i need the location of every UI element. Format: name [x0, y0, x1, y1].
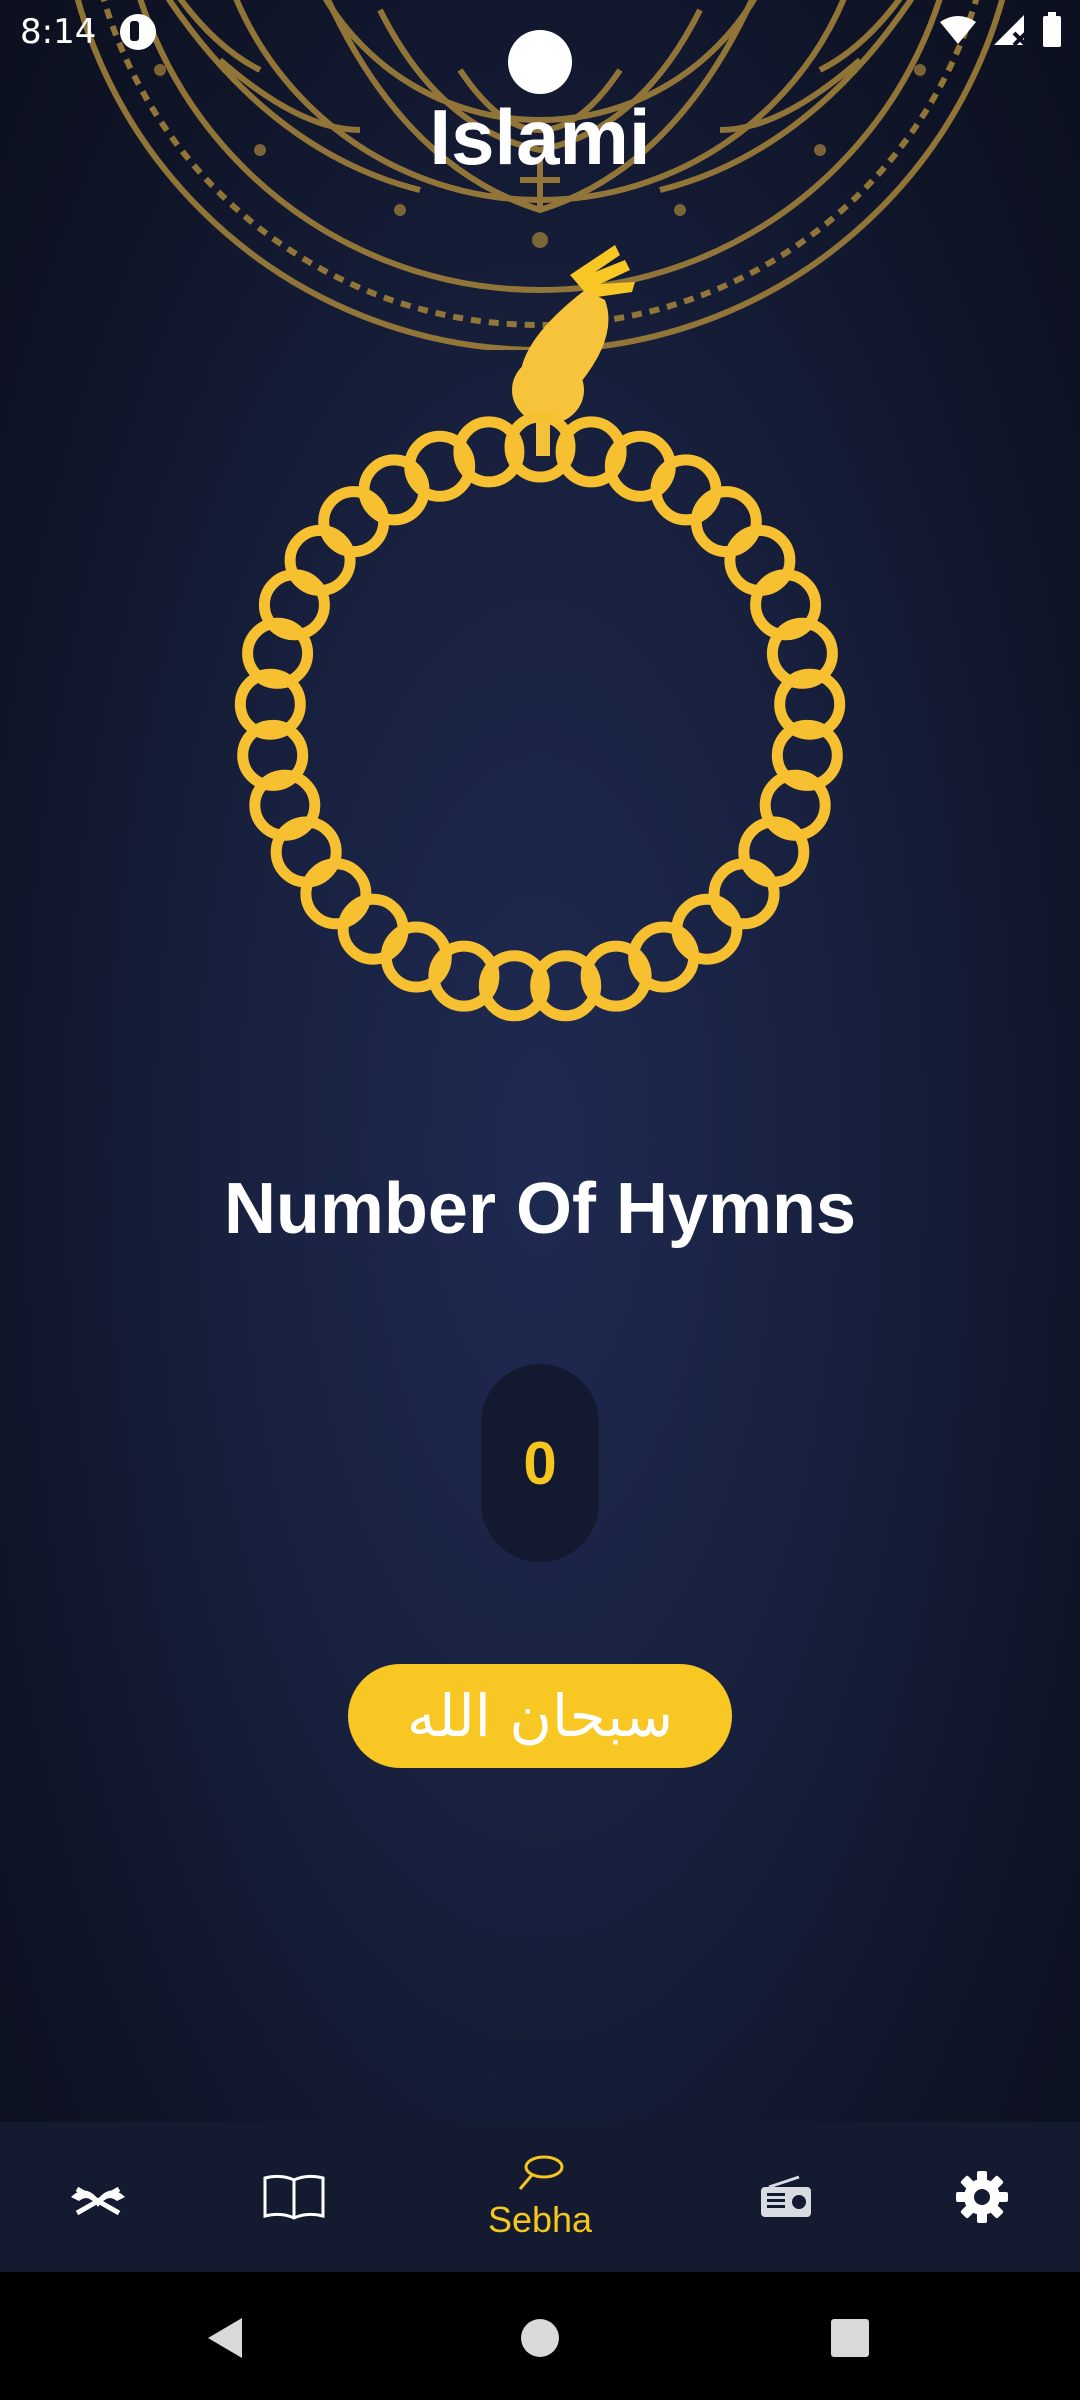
nav-item-sebha[interactable]: Sebha [470, 2122, 610, 2272]
camera-cutout [508, 30, 572, 94]
nav-item-quran[interactable] [48, 2122, 148, 2272]
hymn-counter: 0 [481, 1364, 599, 1562]
sebha-bead [671, 893, 743, 965]
notification-app-icon [120, 14, 156, 50]
nav-item-settings[interactable] [932, 2122, 1032, 2272]
app-title: Islami [429, 93, 651, 181]
system-navigation-bar [0, 2272, 1080, 2400]
gear-icon [956, 2171, 1008, 2223]
sebha-icon [518, 2155, 564, 2190]
radio-icon [761, 2175, 811, 2217]
hymns-label: Number Of Hymns [223, 1169, 857, 1249]
sebha-bead [318, 486, 390, 558]
nav-item-radio[interactable] [736, 2122, 836, 2272]
bottom-navigation: Sebha [0, 2122, 1080, 2272]
sebha-bead-ring [234, 411, 846, 1022]
book-icon [263, 2174, 325, 2220]
wifi-icon [940, 16, 976, 44]
recents-icon[interactable] [830, 2318, 870, 2358]
tasbih-label: سبحان الله [406, 1682, 674, 1750]
tasbih-button[interactable]: سبحان الله [348, 1664, 732, 1768]
sebha-bead [690, 486, 762, 558]
home-icon[interactable] [520, 2318, 560, 2358]
nav-label-sebha: Sebha [487, 2199, 593, 2240]
back-icon[interactable] [204, 2316, 244, 2360]
signal-icon [994, 15, 1028, 47]
battery-icon [1043, 12, 1061, 47]
sebha-beads-image[interactable] [220, 220, 860, 1070]
nav-item-hadith[interactable] [244, 2122, 344, 2272]
counter-value: 0 [523, 1429, 557, 1497]
status-time: 8:14 [20, 12, 97, 52]
sebha-bead [708, 858, 780, 930]
quran-icon [71, 2186, 125, 2216]
sebha-bead [337, 893, 409, 965]
sebha-bead [300, 858, 372, 930]
